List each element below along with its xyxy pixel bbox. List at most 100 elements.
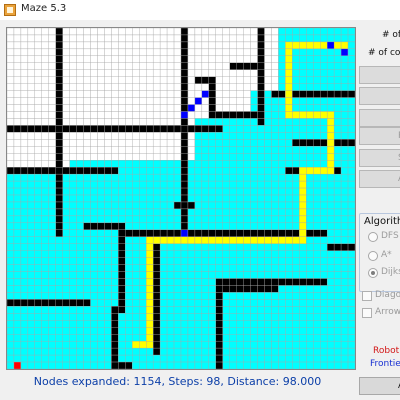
maze-cell-expanded[interactable] [347,41,355,50]
maze-cell-expanded[interactable] [97,340,105,349]
maze-cell-empty[interactable] [187,118,196,126]
maze-cell-expanded[interactable] [320,299,328,307]
maze-cell-wall[interactable] [152,125,161,133]
maze-cell-expanded[interactable] [285,146,293,154]
maze-cell-wall[interactable] [208,76,216,84]
maze-cell-expanded[interactable] [257,250,265,258]
maze-cell-wall[interactable] [250,278,258,286]
maze-cell-empty[interactable] [132,28,140,36]
maze-cell-path[interactable] [326,160,335,168]
maze-cell-expanded[interactable] [299,285,307,293]
maze-cell-expanded[interactable] [125,347,133,356]
maze-cell-empty[interactable] [90,83,98,91]
maze-cell-expanded[interactable] [180,271,189,279]
maze-cell-expanded[interactable] [76,243,84,251]
maze-cell-expanded[interactable] [97,285,105,293]
maze-cell-wall[interactable] [146,229,154,237]
maze-cell-expanded[interactable] [55,271,63,279]
maze-cell-expanded[interactable] [166,201,175,210]
maze-cell-expanded[interactable] [90,299,98,307]
maze-cell-wall[interactable] [152,334,161,342]
maze-cell-expanded[interactable] [139,320,147,328]
maze-cell-expanded[interactable] [326,250,335,258]
control-button-2[interactable] [359,87,400,105]
maze-cell-expanded[interactable] [306,327,314,335]
maze-cell-empty[interactable] [173,69,182,77]
maze-cell-empty[interactable] [173,76,182,84]
maze-cell-expanded[interactable] [229,292,237,300]
maze-cell-expanded[interactable] [159,222,168,230]
maze-cell-path[interactable] [146,299,154,307]
maze-cell-empty[interactable] [90,69,98,77]
maze-cell-expanded[interactable] [313,250,321,258]
maze-cell-expanded[interactable] [326,48,335,57]
maze-cell-expanded[interactable] [278,69,286,77]
maze-cell-expanded[interactable] [271,347,279,356]
maze-cell-expanded[interactable] [215,160,223,168]
maze-cell-empty[interactable] [264,55,272,63]
maze-cell-expanded[interactable] [333,361,342,369]
maze-cell-expanded[interactable] [180,285,189,293]
maze-cell-expanded[interactable] [125,187,133,196]
maze-cell-expanded[interactable] [320,132,328,140]
maze-cell-expanded[interactable] [222,306,230,314]
maze-cell-expanded[interactable] [13,222,22,230]
maze-cell-expanded[interactable] [229,173,237,182]
maze-cell-expanded[interactable] [271,139,279,147]
maze-cell-wall[interactable] [257,76,265,84]
maze-cell-expanded[interactable] [111,299,119,307]
maze-cell-expanded[interactable] [299,153,307,161]
maze-cell-expanded[interactable] [340,180,349,189]
maze-cell-expanded[interactable] [333,55,342,63]
maze-cell-expanded[interactable] [139,250,147,258]
maze-cell-empty[interactable] [48,111,56,119]
maze-cell-expanded[interactable] [347,83,355,91]
maze-cell-empty[interactable] [48,146,56,154]
maze-cell-wall[interactable] [201,125,210,133]
maze-cell-expanded[interactable] [320,180,328,189]
maze-cell-empty[interactable] [215,69,223,77]
maze-cell-expanded[interactable] [285,173,293,182]
maze-cell-expanded[interactable] [250,250,258,258]
maze-cell-empty[interactable] [7,62,15,70]
maze-cell-wall[interactable] [152,243,161,251]
maze-cell-expanded[interactable] [271,292,279,300]
maze-cell-empty[interactable] [222,55,230,63]
maze-cell-expanded[interactable] [104,215,112,224]
maze-cell-expanded[interactable] [340,347,349,356]
maze-cell-empty[interactable] [13,55,22,63]
maze-cell-expanded[interactable] [201,361,210,369]
maze-cell-expanded[interactable] [146,354,154,363]
maze-cell-empty[interactable] [250,83,258,91]
maze-cell-empty[interactable] [173,34,182,43]
maze-cell-empty[interactable] [271,34,279,43]
maze-cell-empty[interactable] [62,111,70,119]
maze-cell-expanded[interactable] [90,215,98,224]
maze-cell-expanded[interactable] [326,201,335,210]
maze-cell-expanded[interactable] [76,250,84,258]
maze-cell-expanded[interactable] [13,354,22,363]
maze-cell-expanded[interactable] [326,306,335,314]
maze-cell-expanded[interactable] [243,306,251,314]
maze-cell-empty[interactable] [159,28,168,36]
maze-cell-expanded[interactable] [194,167,203,175]
maze-cell-empty[interactable] [83,76,91,84]
maze-cell-expanded[interactable] [173,278,182,286]
maze-cell-wall[interactable] [215,340,223,349]
maze-cell-expanded[interactable] [250,292,258,300]
maze-cell-expanded[interactable] [194,201,203,210]
maze-cell-empty[interactable] [132,48,140,57]
maze-cell-wall[interactable] [208,229,216,237]
maze-cell-expanded[interactable] [292,76,300,84]
maze-cell-expanded[interactable] [7,320,15,328]
maze-cell-expanded[interactable] [118,208,126,217]
maze-cell-wall[interactable] [173,201,182,210]
maze-cell-wall[interactable] [139,125,147,133]
maze-cell-expanded[interactable] [333,62,342,70]
maze-cell-expanded[interactable] [236,327,244,335]
maze-cell-empty[interactable] [62,160,70,168]
maze-cell-expanded[interactable] [299,299,307,307]
maze-cell-expanded[interactable] [104,160,112,168]
maze-cell-expanded[interactable] [34,354,42,363]
maze-cell-empty[interactable] [76,34,84,43]
